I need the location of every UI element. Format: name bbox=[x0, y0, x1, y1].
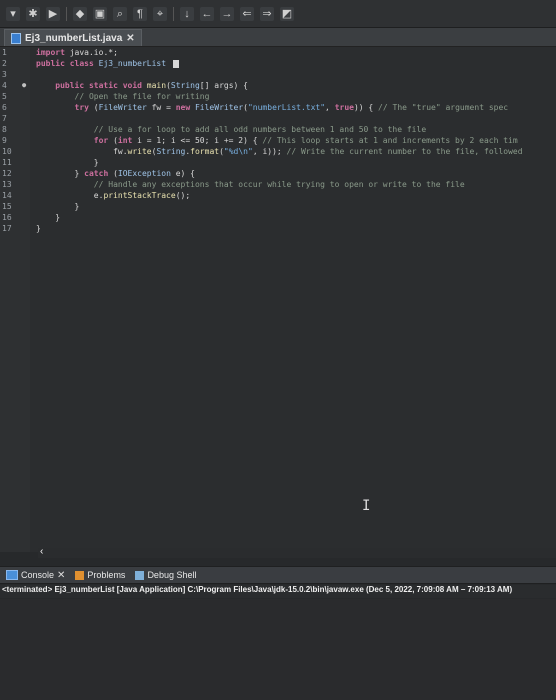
code-text: import java.io.*; bbox=[36, 48, 118, 57]
main-toolbar: ▾ ✱ ▶ ◆ ▣ ⌕ ¶ ⌖ ↓ ← → ⇐ ⇒ ◩ bbox=[0, 0, 556, 28]
code-line[interactable]: 13 // Handle any exceptions that occur w… bbox=[0, 179, 556, 190]
tab-problems-label: Problems bbox=[87, 570, 126, 580]
code-editor[interactable]: 1 import java.io.*; 2 public class Ej3_numb… bbox=[0, 47, 556, 552]
close-icon[interactable]: ✕ bbox=[57, 570, 65, 581]
code-line[interactable]: 8 // Use a for loop to add all odd numbe… bbox=[0, 124, 556, 135]
line-number: 9 bbox=[2, 136, 7, 145]
code-line[interactable]: 3 bbox=[0, 69, 556, 80]
code-text: // Open the file for writing bbox=[74, 92, 210, 101]
line-number: 15 bbox=[2, 202, 12, 211]
line-number: 17 bbox=[2, 224, 12, 233]
line-number: 7 bbox=[2, 114, 7, 123]
code-text: e.printStackTrace(); bbox=[36, 191, 191, 200]
java-file-icon bbox=[11, 32, 21, 44]
code-text: fw.write(String.format("%d\n", i)); // W… bbox=[36, 147, 523, 156]
line-number: 6 bbox=[2, 103, 7, 112]
tab-ej3-numberlist[interactable]: Ej3_numberList.java ✕ bbox=[4, 29, 142, 46]
next-annotation-icon[interactable]: ↓ bbox=[180, 6, 194, 21]
line-number: 14 bbox=[2, 191, 12, 200]
line-number: 5 bbox=[2, 92, 7, 101]
line-number: 13 bbox=[2, 180, 12, 189]
code-line[interactable]: 17} bbox=[0, 223, 556, 234]
code-line[interactable]: 2 public class Ej3_numberList bbox=[0, 58, 556, 69]
tab-console-label: Console bbox=[21, 570, 55, 580]
debug-icon[interactable]: ✱ bbox=[26, 6, 40, 21]
line-number: 4 bbox=[2, 81, 7, 90]
console-output[interactable] bbox=[0, 599, 556, 700]
code-line[interactable]: 14 e.printStackTrace(); bbox=[0, 190, 556, 201]
code-line[interactable]: 4 ● public static void main(String[] args… bbox=[0, 80, 556, 91]
pin-icon[interactable]: ⌖ bbox=[153, 6, 167, 21]
code-text: try (FileWriter fw = new FileWriter("num… bbox=[74, 103, 509, 112]
back-icon[interactable]: ← bbox=[200, 6, 214, 21]
code-line[interactable]: 7 bbox=[0, 113, 556, 124]
edit-location-icon[interactable]: ⇐ bbox=[240, 6, 254, 21]
problems-icon bbox=[75, 570, 85, 580]
code-line[interactable]: 5 // Open the file for writing bbox=[0, 91, 556, 102]
open-type-icon[interactable]: ▣ bbox=[93, 6, 107, 21]
perspective-icon[interactable]: ◩ bbox=[280, 6, 294, 21]
toolbar-separator bbox=[173, 6, 174, 21]
line-number: 11 bbox=[2, 158, 12, 167]
console-status-line: <terminated> Ej3_numberList [Java Applic… bbox=[0, 585, 556, 598]
run-dropdown-icon[interactable]: ▾ bbox=[6, 6, 20, 21]
code-line[interactable]: 10 fw.write(String.format("%d\n", i)); /… bbox=[0, 146, 556, 157]
code-line[interactable]: 11 } bbox=[0, 157, 556, 168]
console-tab-bar: Console ✕ Problems Debug Shell bbox=[0, 566, 556, 584]
code-text: } catch (IOException e) { bbox=[36, 169, 195, 178]
line-number: 2 bbox=[2, 59, 7, 68]
code-text: } bbox=[36, 213, 61, 222]
debug-shell-icon bbox=[135, 570, 145, 580]
code-line[interactable]: 6 try (FileWriter fw = new FileWriter("n… bbox=[0, 102, 556, 113]
toolbar-separator bbox=[66, 6, 67, 21]
code-line[interactable]: 12 } catch (IOException e) { bbox=[0, 168, 556, 179]
code-line[interactable]: 9 for (int i = 1; i <= 50; i += 2) { // … bbox=[0, 135, 556, 146]
fold-marker-icon[interactable]: ● bbox=[22, 80, 26, 91]
code-text: public class Ej3_numberList bbox=[36, 58, 179, 69]
tab-console[interactable]: Console ✕ bbox=[6, 570, 65, 581]
line-number: 10 bbox=[2, 147, 12, 156]
code-text: public static void main(String[] args) { bbox=[55, 81, 248, 90]
editor-tab-bar: Ej3_numberList.java ✕ bbox=[0, 28, 556, 47]
scroll-left-icon[interactable]: ‹ bbox=[40, 546, 43, 557]
line-number: 12 bbox=[2, 169, 12, 178]
code-text: } bbox=[36, 224, 41, 233]
console-icon bbox=[6, 570, 18, 580]
tab-debug-shell-label: Debug Shell bbox=[147, 570, 197, 580]
code-text: // Handle any exceptions that occur whil… bbox=[93, 180, 465, 189]
code-line[interactable]: 16 } bbox=[0, 212, 556, 223]
paragraph-icon[interactable]: ¶ bbox=[133, 6, 147, 21]
run-icon[interactable]: ▶ bbox=[46, 6, 60, 21]
search-icon[interactable]: ⌕ bbox=[113, 6, 127, 21]
line-number: 8 bbox=[2, 125, 7, 134]
horizontal-scrollbar[interactable]: ‹ bbox=[38, 546, 556, 558]
tab-label: Ej3_numberList.java bbox=[25, 32, 123, 44]
mouse-cursor-ibeam-icon: I bbox=[362, 498, 371, 514]
code-text: } bbox=[36, 202, 80, 211]
close-icon[interactable]: ✕ bbox=[126, 33, 134, 44]
code-text: } bbox=[36, 158, 99, 167]
line-number: 16 bbox=[2, 213, 12, 222]
code-text: // Use a for loop to add all odd numbers… bbox=[93, 125, 427, 134]
new-class-icon[interactable]: ◆ bbox=[73, 6, 87, 21]
line-number: 3 bbox=[2, 70, 7, 79]
code-text: for (int i = 1; i <= 50; i += 2) { // Th… bbox=[93, 136, 518, 145]
code-line[interactable]: 1 import java.io.*; bbox=[0, 47, 556, 58]
tab-problems[interactable]: Problems bbox=[75, 570, 125, 580]
code-line[interactable]: 15 } bbox=[0, 201, 556, 212]
forward-icon[interactable]: → bbox=[220, 6, 234, 21]
next-location-icon[interactable]: ⇒ bbox=[260, 6, 274, 21]
tab-debug-shell[interactable]: Debug Shell bbox=[135, 570, 196, 580]
line-number: 1 bbox=[2, 48, 7, 57]
